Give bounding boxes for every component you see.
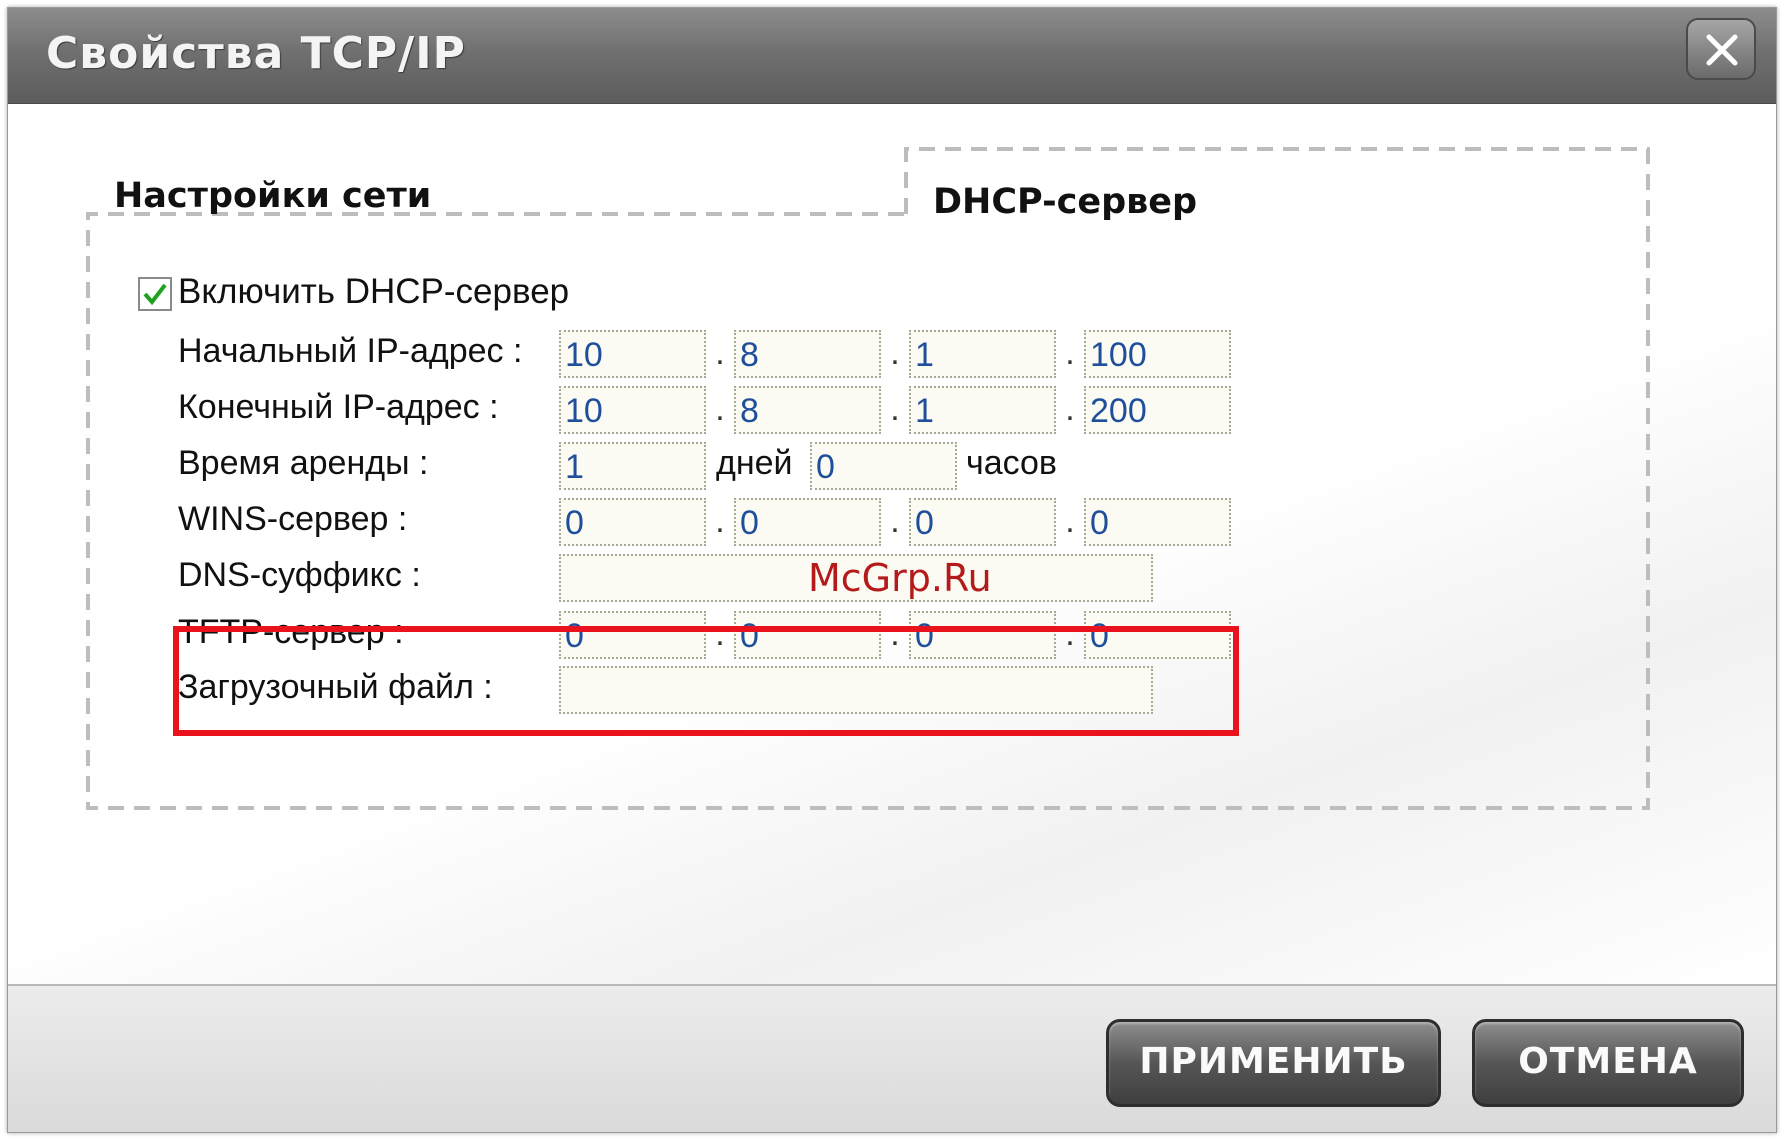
- octet-separator: .: [1065, 502, 1075, 540]
- highlight-box: [173, 626, 1239, 736]
- title-bar: Свойства TCP/IP: [8, 8, 1776, 104]
- octet-separator: .: [890, 502, 900, 540]
- dialog-content: Настройки сети DHCP-сервер Включить DHCP…: [8, 104, 1776, 984]
- octet-separator: .: [890, 334, 900, 372]
- octet-separator: .: [715, 502, 725, 540]
- lease-hours-unit: часов: [966, 444, 1057, 482]
- start-ip-octet-1[interactable]: 10: [559, 330, 706, 378]
- start-ip-octet-3[interactable]: 1: [909, 330, 1056, 378]
- apply-button[interactable]: ПРИМЕНИТЬ: [1106, 1019, 1441, 1107]
- checkmark-icon: [143, 283, 167, 306]
- close-icon: [1706, 34, 1738, 66]
- dns-suffix-label: DNS-суффикс :: [178, 556, 421, 594]
- lease-hours-input[interactable]: 0: [810, 442, 957, 490]
- octet-separator: .: [890, 390, 900, 428]
- dialog-title: Свойства TCP/IP: [46, 28, 466, 79]
- button-bar: ПРИМЕНИТЬ ОТМЕНА: [8, 984, 1776, 1132]
- octet-separator: .: [715, 390, 725, 428]
- lease-time-label: Время аренды :: [178, 444, 429, 482]
- tab-network-settings[interactable]: Настройки сети: [114, 176, 431, 216]
- tab-dhcp-server[interactable]: DHCP-сервер: [933, 182, 1197, 222]
- tab-frame: [86, 147, 1650, 810]
- end-ip-octet-4[interactable]: 200: [1084, 386, 1231, 434]
- start-ip-octet-2[interactable]: 8: [734, 330, 881, 378]
- octet-separator: .: [715, 334, 725, 372]
- wins-server-label: WINS-сервер :: [178, 500, 408, 538]
- wins-octet-1[interactable]: 0: [559, 498, 706, 546]
- watermark: McGrp.Ru: [808, 556, 992, 600]
- octet-separator: .: [1065, 334, 1075, 372]
- octet-separator: .: [1065, 390, 1075, 428]
- lease-days-unit: дней: [716, 444, 793, 482]
- end-ip-octet-1[interactable]: 10: [559, 386, 706, 434]
- wins-octet-3[interactable]: 0: [909, 498, 1056, 546]
- end-ip-label: Конечный IP-адрес :: [178, 388, 499, 426]
- enable-dhcp-checkbox[interactable]: [138, 277, 172, 311]
- tcpip-dialog: Свойства TCP/IP Настройки сети DHCP-серв…: [7, 7, 1777, 1133]
- end-ip-octet-2[interactable]: 8: [734, 386, 881, 434]
- enable-dhcp-label: Включить DHCP-сервер: [178, 272, 570, 311]
- end-ip-octet-3[interactable]: 1: [909, 386, 1056, 434]
- wins-octet-4[interactable]: 0: [1084, 498, 1231, 546]
- lease-days-input[interactable]: 1: [559, 442, 706, 490]
- cancel-button[interactable]: ОТМЕНА: [1472, 1019, 1744, 1107]
- close-button[interactable]: [1686, 18, 1756, 80]
- start-ip-octet-4[interactable]: 100: [1084, 330, 1231, 378]
- wins-octet-2[interactable]: 0: [734, 498, 881, 546]
- start-ip-label: Начальный IP-адрес :: [178, 332, 523, 370]
